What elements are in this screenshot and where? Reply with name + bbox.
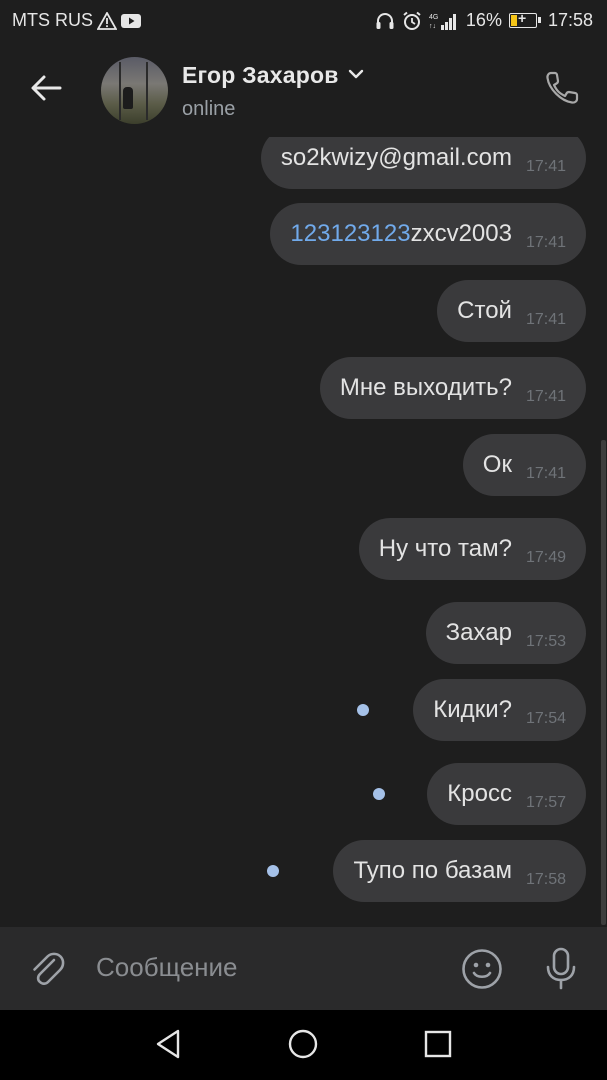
message-text: Ок: [482, 451, 512, 478]
nav-home-icon[interactable]: [286, 1027, 320, 1061]
contact-name-button[interactable]: Егор Захаров: [182, 62, 365, 89]
presence-status: online: [182, 98, 236, 120]
message-text: zxcv2003: [410, 220, 512, 247]
message-text[interactable]: so2kwizy@gmail.com: [281, 144, 512, 172]
message-time: 17:58: [525, 871, 566, 888]
message-text: Стой: [457, 297, 512, 324]
message-text: Кидки?: [433, 696, 512, 723]
message-bubble[interactable]: so2kwizy@gmail.com 17:41: [260, 137, 586, 189]
message-time: 17:54: [525, 710, 566, 727]
message-bubble[interactable]: Кросс 17:57: [427, 763, 586, 825]
nav-back-icon[interactable]: [152, 1027, 186, 1061]
message-text: Тупо по базам: [353, 857, 512, 884]
message-time: 17:41: [525, 465, 566, 482]
chat-header: Егор Захаров online: [0, 42, 607, 137]
battery-icon: +: [508, 10, 541, 28]
carrier-label: MTS RUS: [12, 10, 93, 30]
back-arrow-icon[interactable]: [26, 68, 66, 108]
message-time: 17:41: [525, 388, 566, 405]
paperclip-icon[interactable]: [26, 948, 68, 990]
unread-dot-icon: [373, 788, 385, 800]
message-list[interactable]: so2kwizy@gmail.com 17:41 123123123zxcv20…: [0, 137, 607, 927]
message-bubble[interactable]: Кидки? 17:54: [413, 679, 586, 741]
svg-text:4G: 4G: [429, 14, 438, 21]
message-bubble[interactable]: Тупо по базам 17:58: [333, 840, 586, 902]
contact-name: Егор Захаров: [182, 62, 339, 88]
system-navbar: [0, 1010, 607, 1080]
headphones-icon: [375, 12, 395, 30]
status-bar: MTS RUS 4G ↑↓ 16% + 17:58: [0, 0, 607, 42]
message-time: 17:41: [525, 311, 566, 328]
alarm-icon: [402, 11, 422, 31]
nav-recents-icon[interactable]: [421, 1027, 455, 1061]
message-time: 17:41: [525, 158, 566, 175]
phone-icon[interactable]: [542, 68, 582, 108]
message-composer: Сообщение: [0, 927, 607, 1010]
unread-dot-icon: [267, 865, 279, 877]
message-bubble[interactable]: Стой 17:41: [437, 280, 586, 342]
unread-dot-icon: [357, 704, 369, 716]
message-text: Захар: [445, 619, 512, 646]
emoji-icon[interactable]: [460, 947, 504, 991]
message-link[interactable]: 123123123: [290, 220, 410, 247]
message-bubble[interactable]: Ну что там? 17:49: [358, 518, 586, 580]
signal-icon: 4G ↑↓: [429, 11, 459, 31]
message-time: 17:41: [525, 234, 566, 251]
chevron-down-icon: [347, 67, 365, 85]
microphone-icon[interactable]: [541, 946, 581, 992]
message-time: 17:57: [525, 794, 566, 811]
message-bubble[interactable]: Ок 17:41: [462, 434, 586, 496]
message-text: Мне выходить?: [339, 374, 512, 401]
message-text: Ну что там?: [378, 535, 512, 562]
message-time: 17:49: [525, 549, 566, 566]
svg-text:↑↓: ↑↓: [429, 23, 436, 30]
avatar[interactable]: [101, 57, 168, 124]
battery-percent: 16%: [465, 10, 502, 30]
message-bubble[interactable]: 123123123zxcv2003 17:41: [270, 203, 586, 265]
clock: 17:58: [547, 10, 593, 30]
message-text: Кросс: [447, 780, 512, 807]
warning-icon: [97, 11, 117, 30]
message-time: 17:53: [525, 633, 566, 650]
youtube-icon: [121, 13, 141, 29]
message-input[interactable]: Сообщение: [96, 952, 238, 983]
message-bubble[interactable]: Мне выходить? 17:41: [319, 357, 586, 419]
message-bubble[interactable]: Захар 17:53: [425, 602, 586, 664]
scrollbar[interactable]: [601, 440, 606, 925]
